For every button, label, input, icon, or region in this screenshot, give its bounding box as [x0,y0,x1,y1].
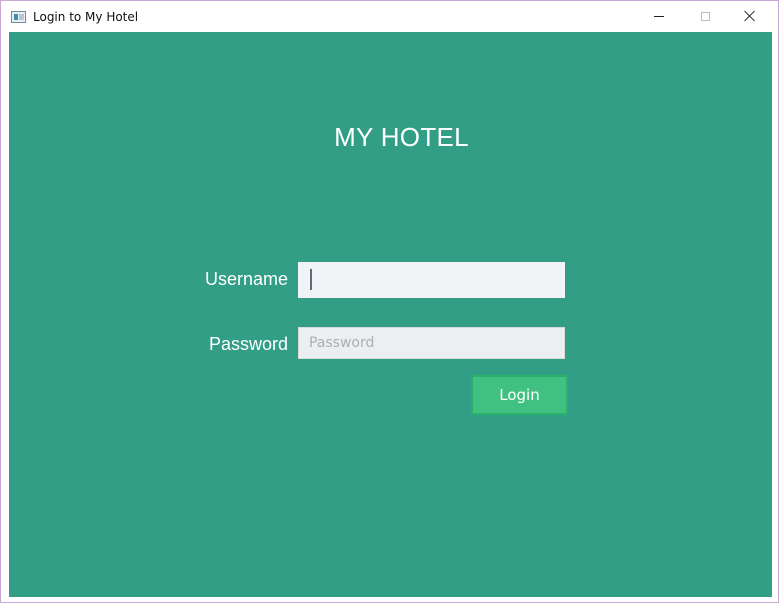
minimize-icon [654,15,664,17]
title-bar[interactable]: Login to My Hotel [1,1,778,31]
username-input[interactable] [298,262,565,298]
window-title: Login to My Hotel [33,10,139,24]
maximize-button[interactable] [682,1,728,31]
close-icon [744,10,756,22]
minimize-button[interactable] [636,1,682,31]
app-window-icon [11,11,26,23]
close-button[interactable] [727,1,773,31]
app-heading: MY HOTEL [334,122,469,152]
login-button[interactable]: Login [471,375,568,415]
text-cursor [310,269,312,290]
maximize-icon [700,11,710,21]
password-label: Password [209,334,289,354]
username-label: Username [205,269,289,289]
password-input[interactable] [298,327,565,359]
app-window: Login to My Hotel MY HOTEL Username Pass… [0,0,779,603]
login-panel: MY HOTEL Username Password Login [9,32,772,597]
